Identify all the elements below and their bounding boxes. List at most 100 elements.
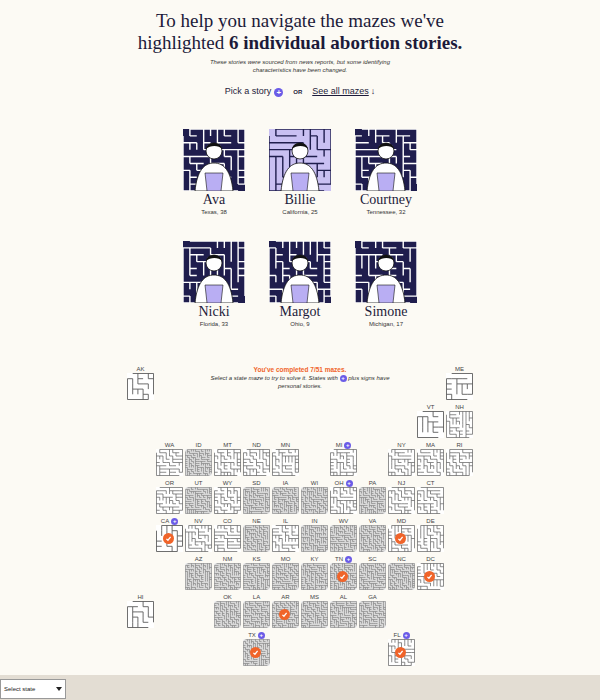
state-maze[interactable] [446, 449, 473, 476]
state-maze[interactable] [330, 563, 357, 590]
state-cell[interactable]: NY [388, 441, 415, 476]
state-maze[interactable] [388, 563, 415, 590]
story-card[interactable]: CourtneyTennessee, 32 [355, 129, 417, 216]
state-cell[interactable]: ME [446, 365, 473, 400]
state-maze[interactable] [156, 525, 183, 552]
state-maze[interactable] [156, 449, 183, 476]
pick-story[interactable]: Pick a story+ [225, 85, 284, 99]
state-maze[interactable] [272, 487, 299, 514]
state-cell[interactable]: DC [417, 555, 444, 590]
state-maze[interactable] [330, 601, 357, 628]
state-maze[interactable] [417, 563, 444, 590]
state-cell[interactable]: IN [301, 517, 328, 552]
state-maze[interactable] [272, 525, 299, 552]
state-maze[interactable] [214, 601, 241, 628]
state-maze[interactable] [301, 487, 328, 514]
see-all-mazes[interactable]: See all mazes↓ [312, 85, 375, 99]
state-maze[interactable] [301, 563, 328, 590]
state-cell[interactable]: WV [330, 517, 357, 552]
state-cell[interactable]: GA [359, 593, 386, 628]
state-cell[interactable]: MS [301, 593, 328, 628]
state-maze[interactable] [156, 487, 183, 514]
state-cell[interactable]: MO [272, 555, 299, 590]
state-maze[interactable] [243, 601, 270, 628]
story-card[interactable]: MargotOhio, 9 [269, 241, 331, 328]
state-cell[interactable]: OK [214, 593, 241, 628]
story-card[interactable]: SimoneMichigan, 17 [355, 241, 417, 328]
state-cell[interactable]: SC [359, 555, 386, 590]
state-maze[interactable] [243, 639, 270, 666]
state-cell[interactable]: SD [243, 479, 270, 514]
state-cell[interactable]: NM [214, 555, 241, 590]
state-maze[interactable] [214, 449, 241, 476]
state-cell[interactable]: HI [127, 593, 154, 628]
state-cell[interactable]: OH+ [330, 479, 357, 514]
state-cell[interactable]: MN [272, 441, 299, 476]
state-cell[interactable]: IA [272, 479, 299, 514]
state-maze[interactable] [214, 525, 241, 552]
state-cell[interactable]: AR [272, 593, 299, 628]
state-cell[interactable]: ID [185, 441, 212, 476]
state-cell[interactable]: KY [301, 555, 328, 590]
state-cell[interactable]: CA+ [156, 517, 183, 552]
state-maze[interactable] [185, 563, 212, 590]
state-cell[interactable]: WY [214, 479, 241, 514]
state-cell[interactable]: AL [330, 593, 357, 628]
state-maze[interactable] [388, 487, 415, 514]
state-maze[interactable] [330, 525, 357, 552]
state-cell[interactable]: NJ [388, 479, 415, 514]
state-maze[interactable] [185, 525, 212, 552]
state-maze[interactable] [359, 487, 386, 514]
state-select[interactable]: Select state [0, 679, 66, 699]
state-cell[interactable]: DE [417, 517, 444, 552]
state-cell[interactable]: NE [243, 517, 270, 552]
state-cell[interactable]: UT [185, 479, 212, 514]
state-cell[interactable]: IL [272, 517, 299, 552]
state-maze[interactable] [185, 449, 212, 476]
state-cell[interactable]: TX+ [243, 631, 270, 666]
state-cell[interactable]: CO [214, 517, 241, 552]
state-cell[interactable]: MD [388, 517, 415, 552]
state-maze[interactable] [359, 563, 386, 590]
state-maze[interactable] [417, 411, 444, 438]
state-cell[interactable]: LA [243, 593, 270, 628]
state-cell[interactable]: NV [185, 517, 212, 552]
state-cell[interactable]: MA [417, 441, 444, 476]
state-maze[interactable] [446, 373, 473, 400]
state-maze[interactable] [243, 563, 270, 590]
state-cell[interactable]: VT [417, 403, 444, 438]
state-maze[interactable] [417, 525, 444, 552]
state-cell[interactable]: FL+ [388, 631, 415, 666]
state-cell[interactable]: CT [417, 479, 444, 514]
state-maze[interactable] [185, 487, 212, 514]
state-cell[interactable]: VA [359, 517, 386, 552]
state-maze[interactable] [272, 601, 299, 628]
state-maze[interactable] [417, 449, 444, 476]
state-cell[interactable]: AK [127, 365, 154, 400]
state-cell[interactable]: MT [214, 441, 241, 476]
state-cell[interactable]: NC [388, 555, 415, 590]
state-cell[interactable]: OR [156, 479, 183, 514]
state-maze[interactable] [127, 373, 154, 400]
state-maze[interactable] [446, 411, 473, 438]
story-card[interactable]: AvaTexas, 38 [183, 129, 245, 216]
state-cell[interactable]: WI [301, 479, 328, 514]
state-maze[interactable] [127, 601, 154, 628]
state-maze[interactable] [417, 487, 444, 514]
state-maze[interactable] [301, 601, 328, 628]
story-card[interactable]: BillieCalifornia, 25 [269, 129, 331, 216]
state-maze[interactable] [388, 525, 415, 552]
state-maze[interactable] [388, 639, 415, 666]
state-cell[interactable]: MI+ [330, 441, 357, 476]
state-cell[interactable]: KS [243, 555, 270, 590]
state-maze[interactable] [388, 449, 415, 476]
state-maze[interactable] [359, 525, 386, 552]
state-maze[interactable] [359, 601, 386, 628]
state-maze[interactable] [272, 563, 299, 590]
state-maze[interactable] [214, 487, 241, 514]
state-maze[interactable] [243, 525, 270, 552]
state-cell[interactable]: WA [156, 441, 183, 476]
state-maze[interactable] [301, 525, 328, 552]
state-cell[interactable]: TN+ [330, 555, 357, 590]
state-cell[interactable]: RI [446, 441, 473, 476]
